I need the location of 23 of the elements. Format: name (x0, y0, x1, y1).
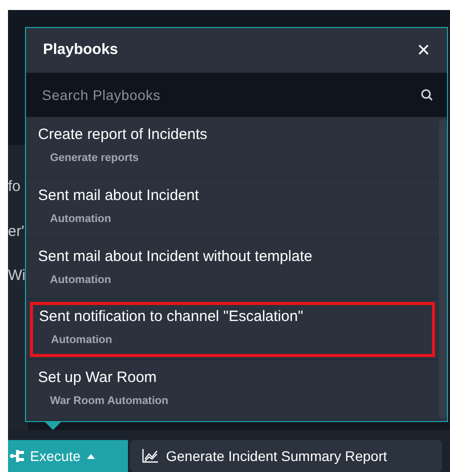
item-title: Sent notification to channel "Escalation" (39, 307, 304, 328)
item-title: Sent mail about Incident without template (38, 246, 314, 267)
report-button[interactable]: Generate Incident Summary Report (130, 440, 442, 472)
item-subtitle: War Room Automation (49, 394, 170, 410)
search-field[interactable]: Search Playbooks (26, 73, 447, 117)
item-subtitle: Generate reports (49, 151, 140, 166)
playbook-item[interactable]: Sent notification to channel "Escalation" Automation (27, 299, 438, 360)
chart-icon (142, 449, 158, 463)
partial-text: Wi (8, 266, 26, 286)
item-title: Sent mail about Incident (38, 186, 200, 206)
close-button[interactable]: × (417, 39, 430, 61)
partial-text: fo (8, 177, 22, 197)
scrollbar[interactable] (439, 119, 447, 419)
item-subtitle: Automation (49, 212, 112, 227)
item-subtitle: Automation (50, 333, 114, 348)
popup-title: Playbooks (43, 40, 118, 60)
item-subtitle: Automation (49, 272, 112, 288)
flow-icon (10, 450, 24, 462)
caret-icon (86, 454, 95, 458)
search-icon (421, 89, 433, 101)
partial-text: er' (8, 222, 26, 242)
item-title: Set up War Room (38, 368, 158, 388)
item-title: Create report of Incidents (38, 125, 208, 145)
